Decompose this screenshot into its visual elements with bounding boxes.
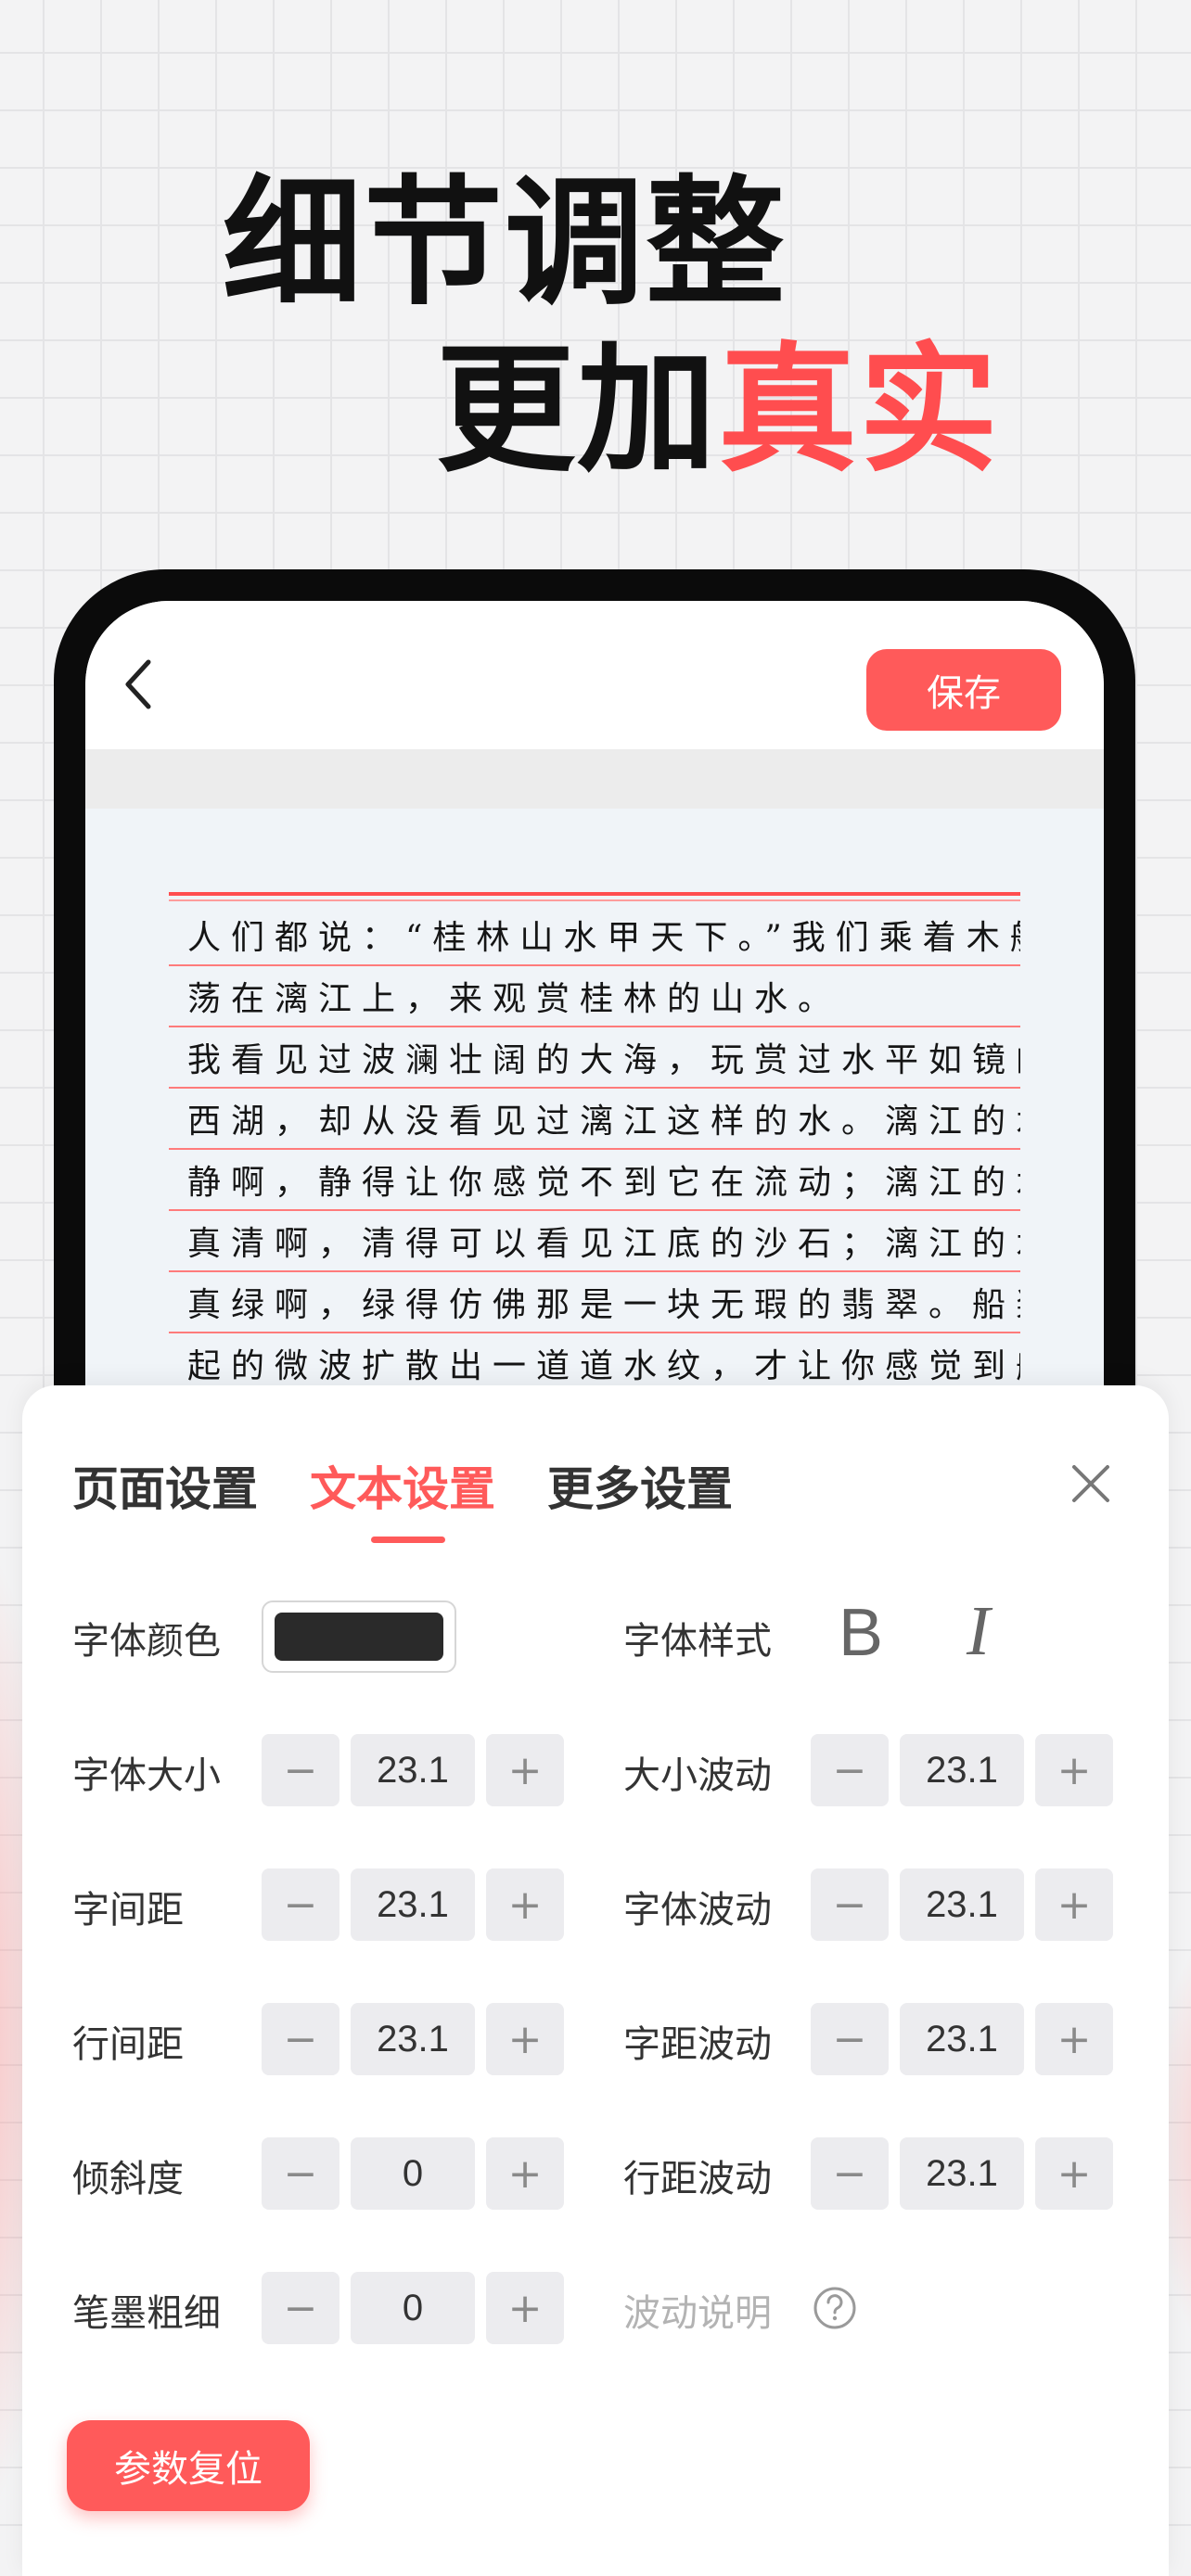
decrement-button[interactable]: − [262, 1734, 339, 1806]
editor-nav-bar: 保存 [85, 601, 1104, 749]
increment-button[interactable]: + [486, 2137, 564, 2210]
increment-button[interactable]: + [1035, 1734, 1113, 1806]
increment-button[interactable]: + [486, 1734, 564, 1806]
increment-button[interactable]: + [1035, 1868, 1113, 1941]
font-style-label: 字体样式 [623, 1620, 772, 1663]
handwriting-line: 静啊，静得让你感觉不到它在流动；漓江的水 [169, 1150, 1020, 1211]
save-button[interactable]: 保存 [866, 649, 1061, 731]
size-variation-stepper: − 23.1 + [811, 1734, 1117, 1806]
ink-thickness-stepper: − 0 + [262, 2272, 568, 2344]
settings-tabs: 页面设置 文本设置 更多设置 [72, 1452, 733, 1543]
tab-page-settings[interactable]: 页面设置 [72, 1452, 258, 1519]
decrement-button[interactable]: − [811, 1734, 889, 1806]
char-spacing-label: 字间距 [72, 1889, 184, 1932]
increment-button[interactable]: + [1035, 2003, 1113, 2075]
ink-thickness-value[interactable]: 0 [351, 2272, 475, 2344]
increment-button[interactable]: + [486, 2272, 564, 2344]
headline-line-1: 细节调整 [223, 163, 788, 325]
close-icon[interactable] [1069, 1461, 1113, 1506]
char-spacing-stepper: − 23.1 + [262, 1868, 568, 1941]
char-spacing-variation-value[interactable]: 23.1 [900, 2003, 1024, 2075]
slant-value[interactable]: 0 [351, 2137, 475, 2210]
toolbar-divider [85, 749, 1104, 809]
headline-line-2-plain: 更加 [436, 330, 719, 491]
char-spacing-variation-label: 字距波动 [623, 2023, 772, 2066]
increment-button[interactable]: + [486, 1868, 564, 1941]
font-variation-value[interactable]: 23.1 [900, 1868, 1024, 1941]
font-size-value[interactable]: 23.1 [351, 1734, 475, 1806]
font-color-swatch [275, 1613, 443, 1661]
char-spacing-value[interactable]: 23.1 [351, 1868, 475, 1941]
decrement-button[interactable]: − [262, 1868, 339, 1941]
paper-top-rule [169, 892, 1020, 896]
size-variation-label: 大小波动 [623, 1754, 772, 1797]
bold-toggle[interactable]: B [839, 1595, 883, 1671]
font-variation-stepper: − 23.1 + [811, 1868, 1117, 1941]
decrement-button[interactable]: − [811, 1868, 889, 1941]
font-size-label: 字体大小 [72, 1754, 221, 1797]
italic-toggle[interactable]: I [967, 1591, 990, 1672]
font-size-stepper: − 23.1 + [262, 1734, 568, 1806]
char-spacing-variation-stepper: − 23.1 + [811, 2003, 1117, 2075]
increment-button[interactable]: + [1035, 2137, 1113, 2210]
decrement-button[interactable]: − [262, 2272, 339, 2344]
headline-line-2: 更加真实 [436, 341, 1000, 480]
decrement-button[interactable]: − [262, 2003, 339, 2075]
headline-line-2-accent: 真实 [718, 330, 1001, 491]
decrement-button[interactable]: − [262, 2137, 339, 2210]
font-variation-label: 字体波动 [623, 1889, 772, 1932]
decrement-button[interactable]: − [811, 2137, 889, 2210]
font-color-label: 字体颜色 [72, 1620, 221, 1663]
line-spacing-variation-label: 行距波动 [623, 2158, 772, 2200]
line-spacing-stepper: − 23.1 + [262, 2003, 568, 2075]
handwriting-line: 真清啊，清得可以看见江底的沙石；漓江的水 [169, 1211, 1020, 1272]
settings-sheet: 页面设置 文本设置 更多设置 字体颜色 字体样式 B I 字体大小 − 23.1… [22, 1385, 1169, 2576]
line-spacing-variation-stepper: − 23.1 + [811, 2137, 1117, 2210]
font-color-picker[interactable] [262, 1600, 456, 1673]
handwriting-line: 荡在漓江上，来观赏桂林的山水。 [169, 966, 1020, 1027]
handwriting-line: 西湖，却从没看见过漓江这样的水。漓江的水真 [169, 1089, 1020, 1150]
help-circle-icon[interactable] [813, 2286, 857, 2330]
slant-label: 倾斜度 [72, 2158, 184, 2200]
line-spacing-value[interactable]: 23.1 [351, 2003, 475, 2075]
increment-button[interactable]: + [486, 2003, 564, 2075]
line-spacing-variation-value[interactable]: 23.1 [900, 2137, 1024, 2210]
reset-parameters-button[interactable]: 参数复位 [67, 2420, 310, 2511]
handwriting-line: 人们都说：“桂林山水甲天下。”我们乘着木船 [169, 905, 1020, 966]
size-variation-value[interactable]: 23.1 [900, 1734, 1024, 1806]
tab-more-settings[interactable]: 更多设置 [547, 1452, 733, 1519]
line-spacing-label: 行间距 [72, 2023, 184, 2066]
paper-top-rule-thin [169, 899, 1020, 901]
handwriting-line: 我看见过波澜壮阔的大海，玩赏过水平如镜的 [169, 1027, 1020, 1089]
tab-text-settings[interactable]: 文本设置 [310, 1452, 495, 1543]
ink-thickness-label: 笔墨粗细 [72, 2292, 221, 2335]
decrement-button[interactable]: − [811, 2003, 889, 2075]
handwriting-line: 真绿啊，绿得仿佛那是一块无瑕的翡翠。船桨激 [169, 1272, 1020, 1333]
back-arrow-icon[interactable] [121, 657, 158, 712]
wave-help-label[interactable]: 波动说明 [623, 2283, 772, 2337]
slant-stepper: − 0 + [262, 2137, 568, 2210]
